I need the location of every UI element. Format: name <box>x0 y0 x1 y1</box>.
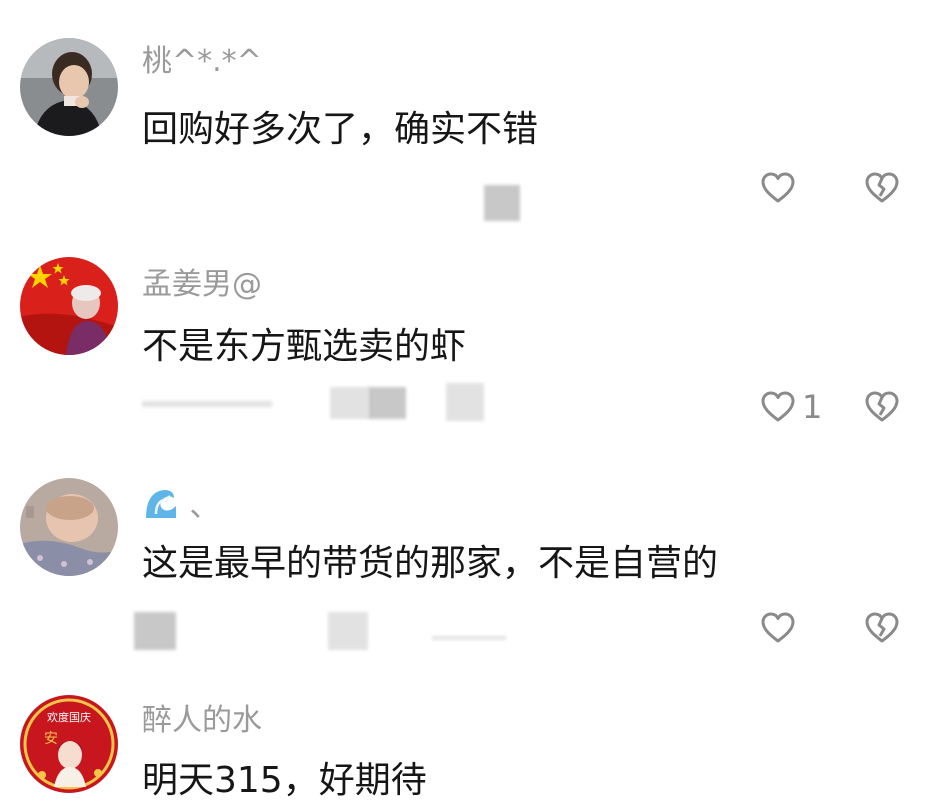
redacted-block <box>142 401 272 407</box>
comment-meta-redacted <box>142 383 512 421</box>
national-day-badge-avatar-icon: 欢度国庆 安 <box>20 695 118 793</box>
comment-item: 欢度国庆 安 醉人的水 明天315，好期待 <box>0 675 948 807</box>
like-button[interactable] <box>758 608 802 648</box>
badge-character: 安 <box>44 731 58 747</box>
heart-icon <box>761 391 795 422</box>
comment-text: 不是东方甄选卖的虾 <box>142 326 467 367</box>
redacted-block <box>330 387 368 419</box>
comment-text: 这是最早的带货的那家，不是自营的 <box>142 543 719 584</box>
comment-text: 明天315，好期待 <box>142 760 427 801</box>
redacted-block <box>446 383 484 421</box>
username[interactable]: 桃^*.*^ <box>142 44 262 80</box>
avatar[interactable]: 欢度国庆 安 <box>20 695 118 793</box>
broken-heart-icon <box>865 172 899 203</box>
username[interactable]: 孟姜男@ <box>142 267 262 303</box>
redacted-block <box>484 185 520 221</box>
heart-icon <box>761 612 795 643</box>
dislike-button[interactable] <box>862 387 902 427</box>
avatar[interactable] <box>20 478 118 576</box>
redacted-block <box>134 612 176 650</box>
like-count: 1 <box>802 388 823 426</box>
like-button[interactable]: 1 <box>758 387 822 427</box>
username[interactable]: 醉人的水 <box>142 703 262 739</box>
dislike-button[interactable] <box>862 168 902 208</box>
username-text: 、 <box>189 489 220 524</box>
dislike-button[interactable] <box>862 608 902 648</box>
baby-photo-avatar-icon <box>20 478 118 576</box>
red-flag-avatar-icon <box>20 257 118 355</box>
redacted-block <box>368 387 406 419</box>
badge-title: 欢度国庆 <box>47 710 91 724</box>
comment-meta-redacted <box>470 185 550 221</box>
avatar[interactable] <box>20 38 118 136</box>
avatar[interactable] <box>20 257 118 355</box>
comment-item: 桃^*.*^ 回购好多次了，确实不错 <box>0 0 948 225</box>
comment-item: 孟姜男@ 不是东方甄选卖的虾 1 <box>0 225 948 450</box>
girl-portrait-avatar-icon <box>20 38 118 136</box>
wave-emoji-icon <box>142 484 180 531</box>
comment-item: 、 这是最早的带货的那家，不是自营的 <box>0 450 948 675</box>
comment-text: 回购好多次了，确实不错 <box>142 109 539 150</box>
broken-heart-icon <box>865 612 899 643</box>
heart-icon <box>761 172 795 203</box>
redacted-block <box>328 612 368 650</box>
comment-meta-redacted <box>130 612 510 650</box>
broken-heart-icon <box>865 391 899 422</box>
like-button[interactable] <box>758 168 802 208</box>
username[interactable]: 、 <box>142 484 220 531</box>
redacted-block <box>432 636 506 640</box>
